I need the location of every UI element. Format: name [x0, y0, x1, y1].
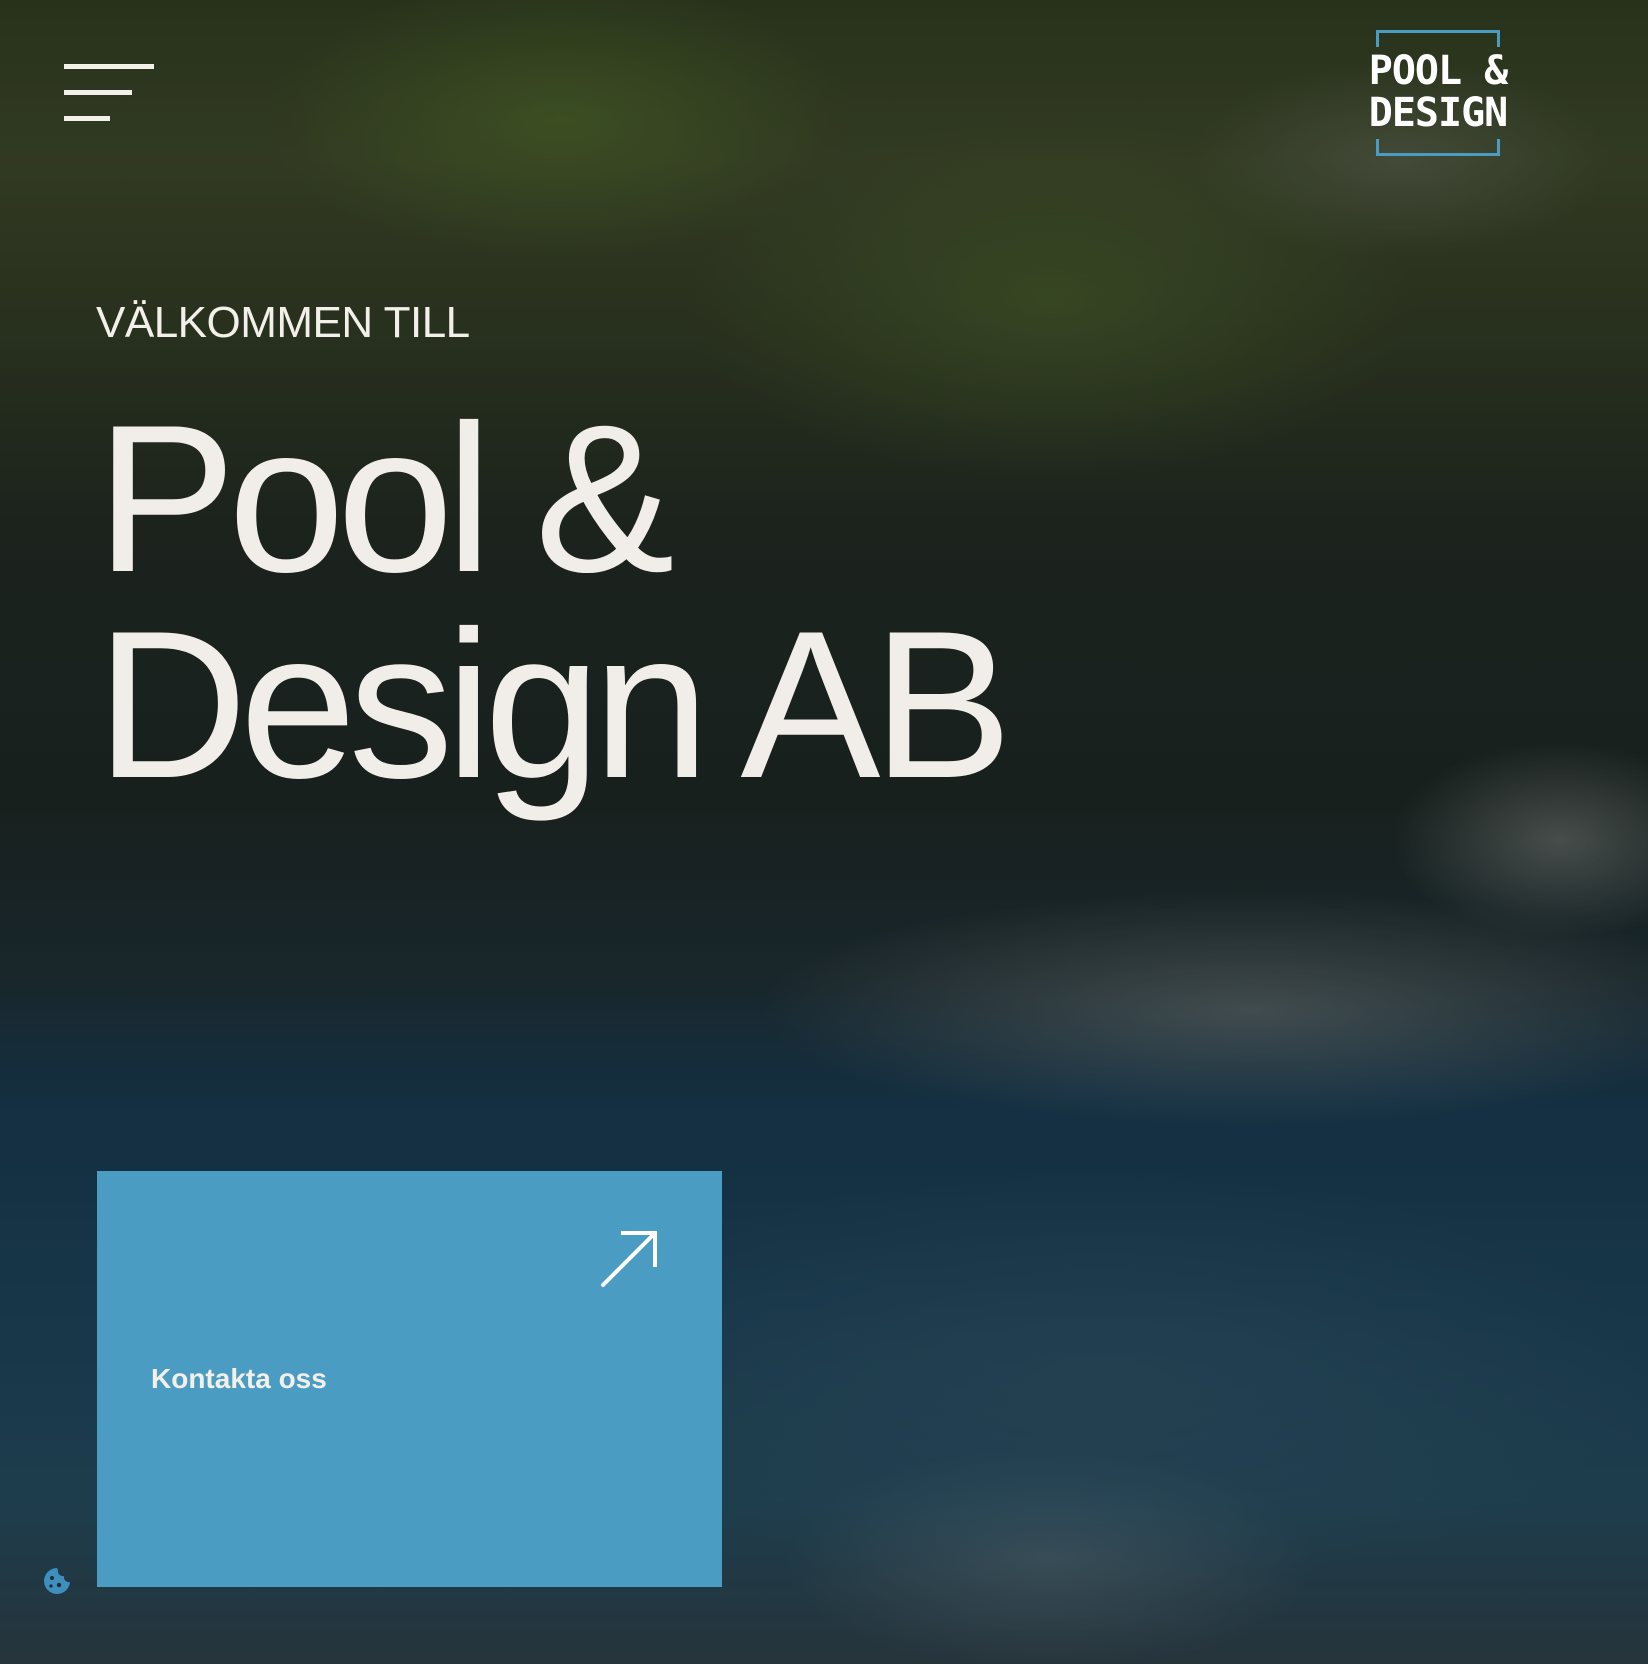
hamburger-menu-icon[interactable]	[60, 58, 156, 124]
logo-bracket-bottom	[1376, 139, 1500, 156]
contact-us-card[interactable]: Kontakta oss	[97, 1171, 722, 1587]
hero-title-line-2: Design AB	[96, 587, 1013, 822]
arrow-up-right-icon	[601, 1231, 657, 1287]
hero-eyebrow: VÄLKOMMEN TILL	[96, 298, 470, 347]
hero-title: Pool & Design AB	[96, 381, 1013, 822]
menu-line	[64, 64, 154, 69]
logo-bracket-top	[1376, 30, 1500, 47]
menu-line	[64, 116, 110, 121]
pool-design-logo[interactable]: POOL & DESIGN	[1362, 30, 1514, 156]
logo-line-1: POOL &	[1368, 48, 1509, 94]
hero-title-line-1: Pool &	[96, 381, 675, 616]
contact-us-label: Kontakta oss	[151, 1363, 327, 1394]
hero-section: POOL & DESIGN VÄLKOMMEN TILL Pool & Desi…	[0, 0, 1648, 1664]
logo-wordmark: POOL & DESIGN	[1362, 50, 1514, 134]
cookie-icon[interactable]	[42, 1566, 72, 1596]
logo-line-2: DESIGN	[1368, 90, 1509, 136]
menu-line	[64, 90, 132, 95]
